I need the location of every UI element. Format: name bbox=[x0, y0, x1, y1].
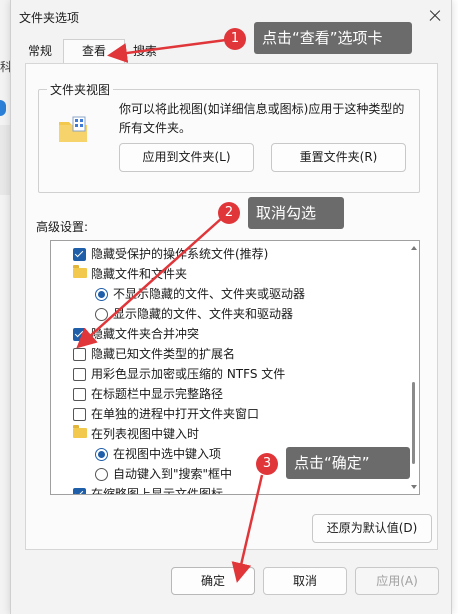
settings-option-row[interactable]: 显示隐藏的文件、文件夹和驱动器 bbox=[51, 304, 401, 324]
folder-view-icon bbox=[59, 116, 87, 142]
scroll-down-icon[interactable] bbox=[411, 485, 417, 489]
ok-button[interactable]: 确定 bbox=[171, 567, 255, 595]
settings-group-row: 隐藏文件和文件夹 bbox=[51, 264, 401, 284]
settings-option-label: 隐藏文件和文件夹 bbox=[91, 267, 188, 281]
settings-option-label: 在标题栏中显示完整路径 bbox=[91, 387, 224, 401]
tab-general[interactable]: 常规 bbox=[19, 40, 61, 63]
checkbox[interactable] bbox=[73, 348, 86, 361]
checkbox[interactable] bbox=[73, 328, 86, 341]
annotation-callout: 点击“确定” bbox=[286, 447, 410, 479]
cancel-button[interactable]: 取消 bbox=[263, 567, 347, 595]
settings-option-label: 显示隐藏的文件、文件夹和驱动器 bbox=[113, 307, 294, 321]
settings-group-row: 在列表视图中键入时 bbox=[51, 424, 401, 444]
settings-option-label: 隐藏受保护的操作系统文件(推荐) bbox=[91, 247, 269, 261]
vertical-scrollbar[interactable] bbox=[409, 242, 418, 493]
checkbox[interactable] bbox=[73, 368, 86, 381]
radio-button[interactable] bbox=[95, 468, 108, 481]
settings-option-row[interactable]: 隐藏文件夹合并冲突 bbox=[51, 324, 401, 344]
annotation-number: 1 bbox=[224, 28, 246, 50]
advanced-settings-label: 高级设置: bbox=[36, 220, 89, 234]
checkbox[interactable] bbox=[73, 388, 86, 401]
scroll-up-icon[interactable] bbox=[411, 246, 417, 250]
folder-icon bbox=[73, 265, 87, 278]
settings-option-label: 不显示隐藏的文件、文件夹或驱动器 bbox=[113, 287, 306, 301]
radio-button[interactable] bbox=[95, 448, 108, 461]
folder-options-dialog: 文件夹选项 常规 查看 搜索 文件夹视图 你可以将此视图(如详细信息或图标)应用… bbox=[10, 0, 452, 614]
annotation-number: 3 bbox=[256, 453, 278, 475]
restore-defaults-button[interactable]: 还原为默认值(D) bbox=[312, 514, 432, 543]
reset-folders-button[interactable]: 重置文件夹(R) bbox=[271, 143, 406, 172]
settings-option-row[interactable]: 在单独的进程中打开文件夹窗口 bbox=[51, 404, 401, 424]
radio-button[interactable] bbox=[95, 308, 108, 321]
annotation-callout: 点击“查看”选项卡 bbox=[254, 22, 412, 54]
settings-option-label: 在单独的进程中打开文件夹窗口 bbox=[91, 407, 260, 421]
apply-button[interactable]: 应用(A) bbox=[355, 567, 439, 595]
annotation-number: 2 bbox=[218, 202, 240, 224]
folder-views-description: 你可以将此视图(如详细信息或图标)应用于这种类型的所有文件夹。 bbox=[119, 102, 405, 135]
settings-option-label: 自动键入到"搜索"框中 bbox=[113, 467, 233, 481]
settings-option-row[interactable]: 隐藏受保护的操作系统文件(推荐) bbox=[51, 244, 401, 264]
settings-option-label: 在缩略图上显示文件图标 bbox=[91, 487, 224, 495]
settings-option-row[interactable]: 在缩略图上显示文件图标 bbox=[51, 484, 401, 495]
checkbox[interactable] bbox=[73, 248, 86, 261]
settings-option-label: 隐藏已知文件类型的扩展名 bbox=[91, 347, 236, 361]
apply-to-folders-button[interactable]: 应用到文件夹(L) bbox=[119, 143, 254, 172]
checkbox[interactable] bbox=[73, 488, 86, 494]
background-window-panel bbox=[0, 125, 10, 195]
settings-option-row[interactable]: 隐藏已知文件类型的扩展名 bbox=[51, 344, 401, 364]
settings-option-label: 在视图中选中键入项 bbox=[113, 447, 222, 461]
settings-option-label: 用彩色显示加密或压缩的 NTFS 文件 bbox=[91, 367, 286, 381]
scroll-thumb[interactable] bbox=[412, 382, 415, 464]
settings-option-row[interactable]: 用彩色显示加密或压缩的 NTFS 文件 bbox=[51, 364, 401, 384]
settings-option-row[interactable]: 在标题栏中显示完整路径 bbox=[51, 384, 401, 404]
annotation-callout: 取消勾选 bbox=[248, 197, 344, 229]
close-icon[interactable] bbox=[425, 6, 445, 26]
settings-option-label: 在列表视图中键入时 bbox=[91, 427, 200, 441]
settings-option-row[interactable]: 不显示隐藏的文件、文件夹或驱动器 bbox=[51, 284, 401, 304]
checkbox[interactable] bbox=[73, 408, 86, 421]
tab-search[interactable]: 搜索 bbox=[125, 40, 165, 63]
tab-view[interactable]: 查看 bbox=[63, 39, 125, 64]
radio-button[interactable] bbox=[95, 288, 108, 301]
folder-icon bbox=[73, 425, 87, 438]
folder-views-group: 文件夹视图 你可以将此视图(如详细信息或图标)应用于这种类型的所有文件夹。 应用… bbox=[38, 81, 420, 193]
settings-option-label: 隐藏文件夹合并冲突 bbox=[91, 327, 200, 341]
folder-views-label: 文件夹视图 bbox=[47, 81, 114, 98]
background-window bbox=[0, 0, 10, 614]
dialog-title: 文件夹选项 bbox=[19, 11, 80, 25]
